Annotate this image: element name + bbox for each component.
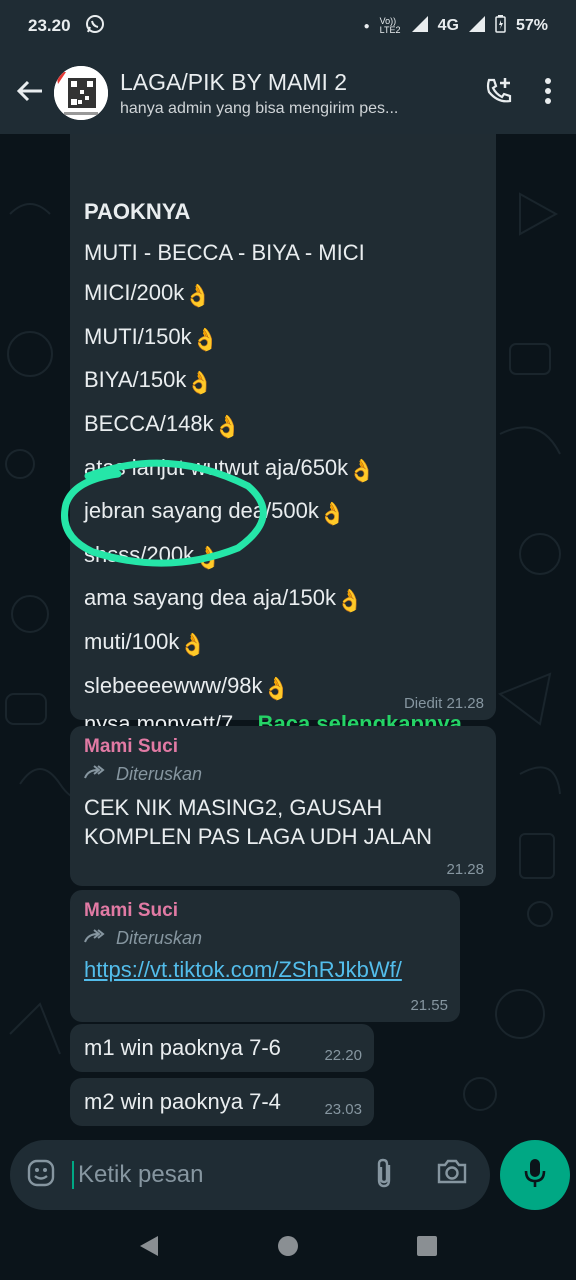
message-text: CEK NIK MASING2, GAUSAH	[84, 795, 383, 820]
chat-area[interactable]: PAOKNYA MUTI - BECCA - BIYA - MICI MICI/…	[0, 134, 576, 1136]
emoji-icon[interactable]	[26, 1158, 56, 1193]
ok-hand-emoji: 👌	[348, 457, 376, 483]
message-bubble-paoknya[interactable]: PAOKNYA MUTI - BECCA - BIYA - MICI MICI/…	[70, 134, 496, 736]
chat-subtitle: hanya admin yang bisa mengirim pes...	[120, 99, 399, 117]
system-nav-bar	[0, 1216, 576, 1280]
more-vert-icon[interactable]	[544, 77, 552, 110]
forwarded-label: Diteruskan	[116, 764, 203, 784]
nav-home-icon[interactable]	[276, 1234, 300, 1263]
message-time: Diedit 21.28	[403, 695, 484, 712]
message-line: slebeeeewww/98k	[84, 672, 263, 698]
nav-back-icon[interactable]	[138, 1234, 160, 1263]
network-label: 4G	[437, 17, 459, 34]
battery-percent: 57%	[515, 17, 548, 34]
status-bar: 23.20 ● Vo)) LTE2 4G 57%	[0, 0, 576, 52]
message-time: 23.03	[324, 1101, 362, 1118]
ok-hand-emoji: 👌	[262, 675, 290, 701]
dot-icon: ●	[363, 20, 370, 32]
message-bubble-cek-nik[interactable]: Mami Suci Diteruskan CEK NIK MASING2, GA…	[70, 726, 496, 886]
signal-icon-2	[468, 15, 485, 37]
group-avatar[interactable]	[54, 66, 108, 120]
attach-icon[interactable]	[372, 1157, 396, 1194]
forward-icon	[84, 764, 106, 785]
back-button[interactable]	[8, 71, 52, 115]
battery-icon	[495, 14, 506, 38]
ok-hand-emoji: 👌	[335, 588, 364, 614]
input-row: Ketik pesan	[0, 1136, 576, 1216]
message-line: BIYA/150k	[84, 367, 187, 393]
message-text: KOMPLEN PAS LAGA UDH JALAN	[84, 824, 433, 849]
message-bubble-m1[interactable]: m1 win paoknya 7-6 22.20	[70, 1024, 374, 1072]
ok-hand-emoji: 👌	[213, 413, 242, 439]
message-bubble-m2[interactable]: m2 win paoknya 7-4 23.03	[70, 1078, 374, 1126]
forwarded-label: Diteruskan	[116, 928, 203, 948]
ok-hand-emoji: 👌	[184, 283, 212, 309]
ok-hand-emoji: 👌	[191, 326, 219, 352]
message-bubble-link[interactable]: Mami Suci Diteruskan https://vt.tiktok.c…	[70, 890, 460, 1022]
chat-header: LAGA/PIK BY MAMI 2 hanya admin yang bisa…	[0, 52, 576, 134]
nav-recents-icon[interactable]	[416, 1235, 438, 1262]
forward-icon	[84, 928, 106, 949]
add-call-icon[interactable]	[484, 76, 514, 111]
signal-icon	[411, 15, 428, 37]
sender-name: Mami Suci	[84, 736, 178, 757]
message-line: MUTI - BECCA - BIYA - MICI	[84, 239, 365, 265]
message-time: 21.28	[446, 861, 484, 878]
volte-label: Vo)) LTE2	[379, 16, 401, 35]
message-time: 21.55	[410, 997, 448, 1014]
message-line: MUTI/150k	[84, 323, 192, 349]
message-line: MICI/200k	[84, 280, 185, 306]
voice-record-button[interactable]	[500, 1140, 570, 1210]
whatsapp-icon	[85, 14, 105, 39]
message-text: m2 win paoknya 7-4	[84, 1089, 281, 1114]
message-text: m1 win paoknya 7-6	[84, 1035, 281, 1060]
green-circle-annotation	[61, 459, 267, 567]
message-line: BECCA/148k	[84, 410, 214, 436]
ok-hand-emoji: 👌	[179, 631, 207, 657]
chat-title[interactable]: LAGA/PIK BY MAMI 2	[120, 69, 484, 96]
message-time: 22.20	[324, 1047, 362, 1064]
status-time: 23.20	[28, 16, 71, 35]
tiktok-link[interactable]: https://vt.tiktok.com/ZShRJkbWf/	[84, 957, 446, 983]
message-line: muti/100k	[84, 628, 180, 654]
message-input[interactable]: Ketik pesan	[72, 1161, 372, 1189]
sender-name: Mami Suci	[84, 900, 178, 921]
back-arrow-icon	[16, 77, 44, 110]
mic-icon	[523, 1157, 547, 1194]
message-line: ama sayang dea aja/150k	[84, 585, 336, 611]
ok-hand-emoji: 👌	[318, 501, 347, 527]
camera-icon[interactable]	[436, 1157, 468, 1194]
ok-hand-emoji: 👌	[186, 370, 214, 396]
message-composer[interactable]: Ketik pesan	[10, 1140, 490, 1210]
message-heading: PAOKNYA	[84, 199, 191, 224]
